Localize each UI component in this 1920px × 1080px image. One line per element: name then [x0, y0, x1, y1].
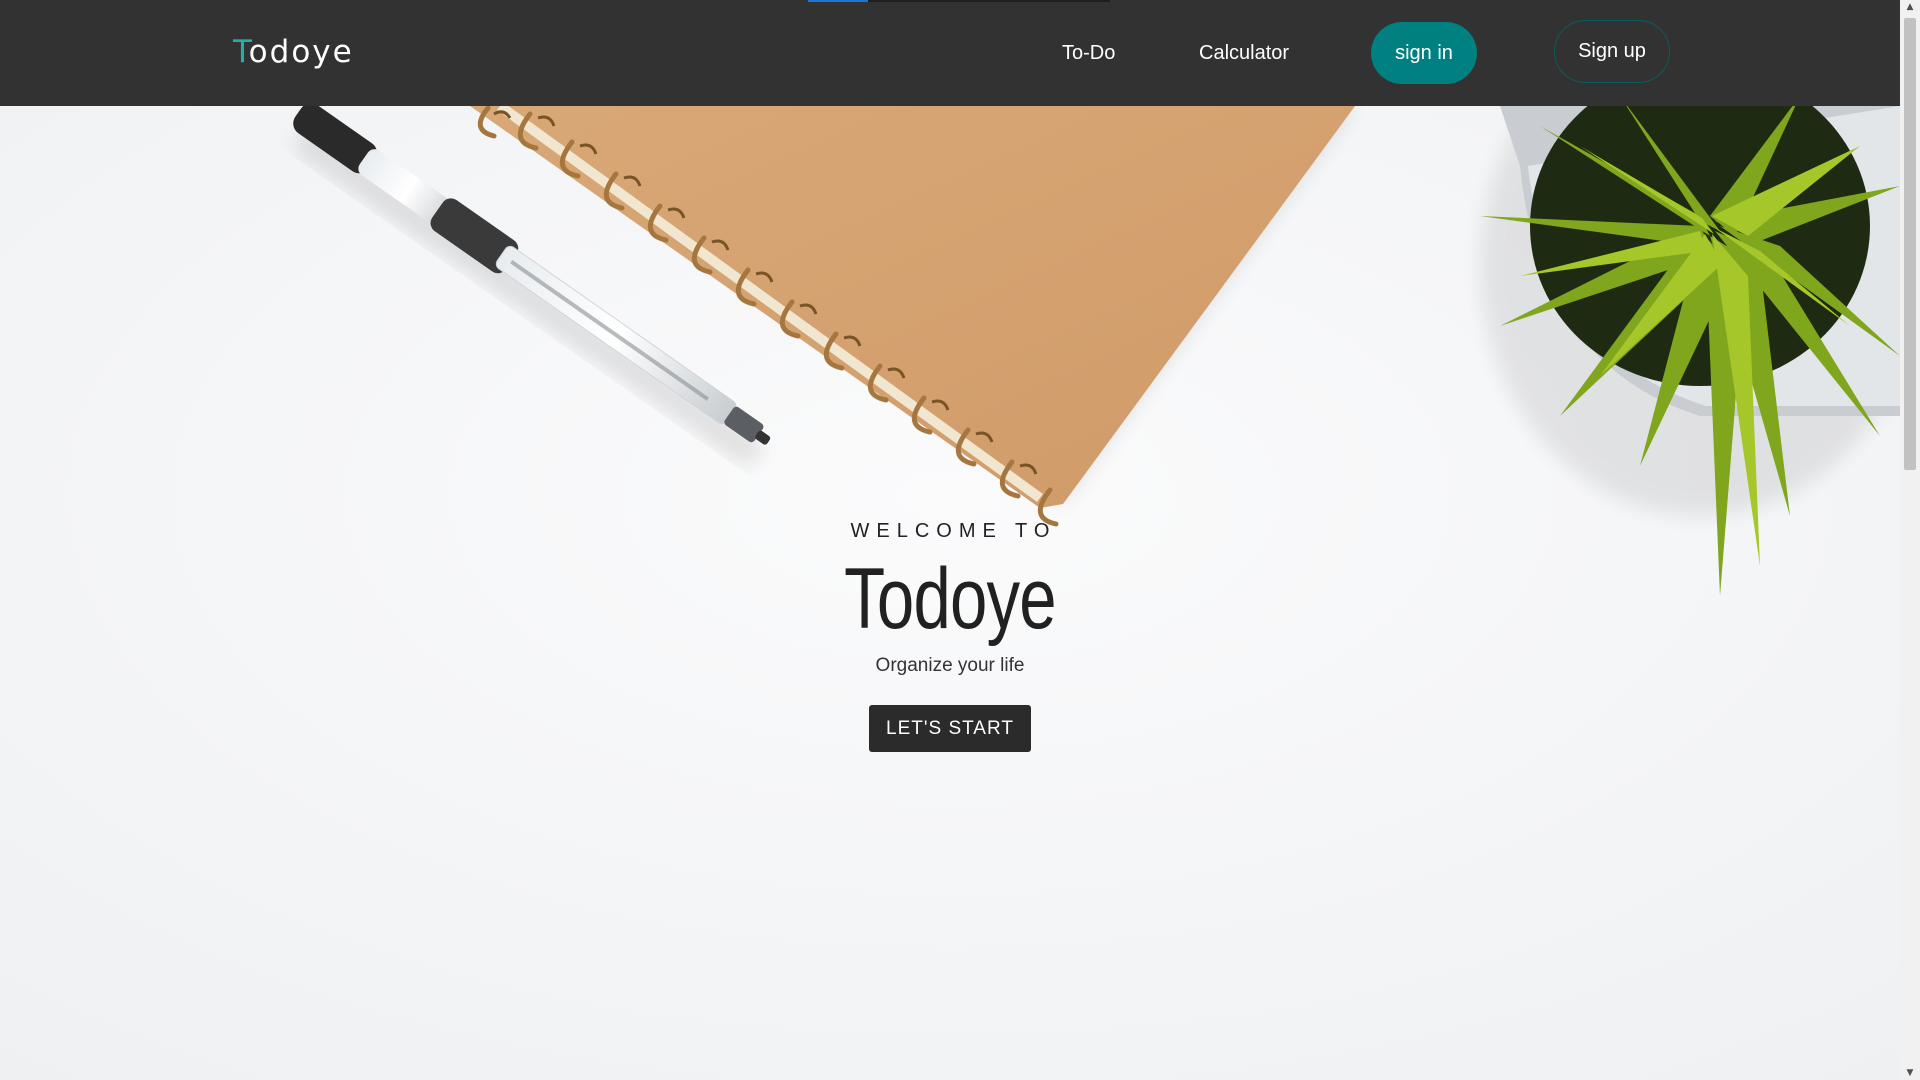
scrollbar-thumb[interactable] — [1904, 18, 1916, 470]
welcome-label: WELCOME TO — [850, 520, 1057, 542]
nav-link-todo[interactable]: To-Do — [1062, 42, 1115, 65]
sign-in-button[interactable]: sign in — [1371, 22, 1477, 84]
lets-start-button[interactable]: LET'S START — [869, 705, 1031, 752]
brand-logo-rest: odoye — [248, 34, 354, 70]
hero-tagline: Organize your life — [875, 655, 1025, 676]
loading-progress-fill — [808, 0, 869, 2]
top-navbar: Todoye To-Do Calculator sign in Sign up — [0, 0, 1900, 106]
page-scrollbar[interactable]: ▲ ▼ — [1900, 0, 1920, 1080]
page: Todoye To-Do Calculator sign in Sign up — [0, 0, 1920, 1080]
hero-section: WELCOME TO Todoye Organize your life LET… — [0, 520, 1900, 752]
scroll-up-arrow-icon[interactable]: ▲ — [1900, 0, 1920, 14]
hero-title: Todoye — [844, 551, 1056, 647]
loading-progress-bar — [808, 0, 1110, 2]
brand-logo-initial: T — [233, 34, 249, 70]
scroll-down-arrow-icon[interactable]: ▼ — [1900, 1066, 1920, 1080]
nav-link-calculator[interactable]: Calculator — [1199, 42, 1289, 65]
brand-logo[interactable]: Todoye — [233, 34, 354, 70]
sign-up-button[interactable]: Sign up — [1554, 20, 1670, 83]
